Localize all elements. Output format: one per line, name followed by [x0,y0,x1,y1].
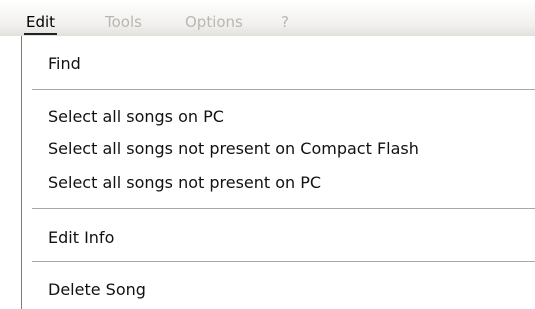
menu-item-select-all-songs-not-on-pc[interactable]: Select all songs not present on PC [48,172,321,194]
menu-options: Options [185,13,243,31]
menu-item-select-all-songs-on-pc[interactable]: Select all songs on PC [48,106,224,128]
menu-item-edit-info[interactable]: Edit Info [48,227,114,249]
menu-edit[interactable]: Edit [24,11,58,35]
menu-separator [32,89,535,90]
menu-help: ? [281,13,289,31]
menu-item-select-all-songs-not-on-compact-flash[interactable]: Select all songs not present on Compact … [48,138,419,160]
menu-item-find[interactable]: Find [48,53,81,75]
menu-item-delete-song[interactable]: Delete Song [48,279,146,301]
edit-dropdown-menu: Find Select all songs on PC Select all s… [21,36,535,309]
menu-separator [32,208,535,209]
menu-separator [32,261,535,262]
menu-bar: Edit Tools Options ? [0,0,535,36]
menu-tools: Tools [105,13,142,31]
